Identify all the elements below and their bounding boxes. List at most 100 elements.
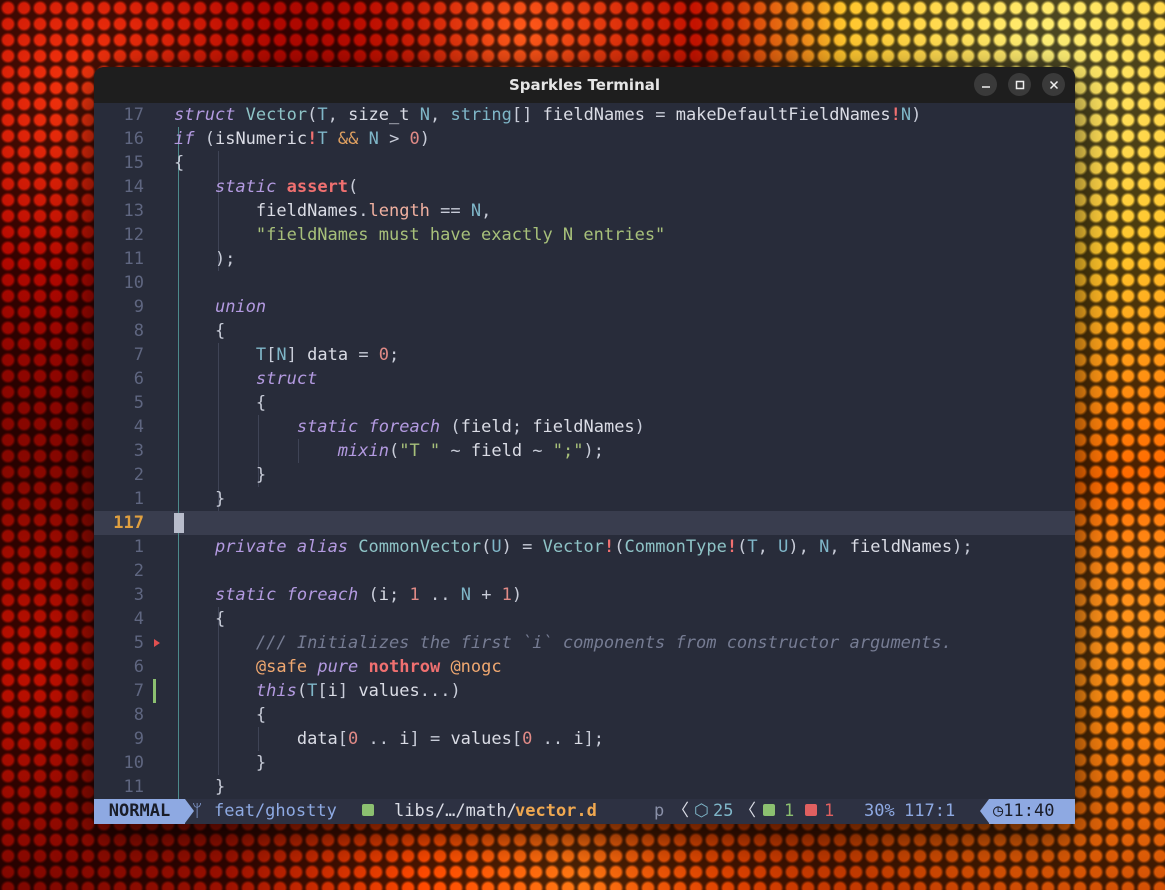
code-line[interactable]: 8 { <box>94 703 1075 727</box>
line-number: 11 <box>123 777 144 797</box>
code-line[interactable]: 3 static foreach (i; 1 .. N + 1) <box>94 583 1075 607</box>
line-number: 10 <box>123 273 144 293</box>
code-token: ~ <box>440 441 471 461</box>
code-token: ( <box>296 681 308 701</box>
code-token: ); <box>583 441 604 461</box>
line-number: 8 <box>133 321 144 341</box>
code-line[interactable]: 6 @safe pure nothrow @nogc <box>94 655 1075 679</box>
indent-guide <box>178 271 179 295</box>
code-line[interactable]: 7 T[N] data = 0; <box>94 343 1075 367</box>
line-number: 16 <box>123 129 144 149</box>
close-button[interactable] <box>1042 73 1065 96</box>
code-text: } <box>174 751 266 775</box>
line-number: 1 <box>133 489 144 509</box>
code-line[interactable]: 5 /// Initializes the first `i` componen… <box>94 631 1075 655</box>
code-token: ; <box>389 585 410 605</box>
code-line[interactable]: 9 data[0 .. i] = values[0 .. i]; <box>94 727 1075 751</box>
code-line[interactable]: 7 this(T[i] values...) <box>94 679 1075 703</box>
separator-chevron-icon: 〈 <box>739 801 756 821</box>
code-token: == <box>429 201 471 221</box>
code-text: } <box>174 775 225 799</box>
code-text: { <box>174 319 225 343</box>
code-line[interactable]: 11 ); <box>94 247 1075 271</box>
code-token: ( <box>737 537 748 557</box>
code-token: [] <box>511 105 543 125</box>
code-token: 1 <box>409 585 420 605</box>
line-number: 7 <box>133 681 144 701</box>
code-line[interactable]: 4 { <box>94 607 1075 631</box>
code-editor[interactable]: 17 struct Vector(T, size_t N, string[] fi… <box>94 103 1075 799</box>
code-token: CommonType <box>624 537 727 557</box>
code-line[interactable]: 3 mixin("T " ~ field ~ ";"); <box>94 439 1075 463</box>
diff-removed-count: 1 <box>824 801 835 821</box>
code-line[interactable]: 4 static foreach (field; fieldNames) <box>94 415 1075 439</box>
code-token: [ <box>337 729 349 749</box>
line-number: 9 <box>133 729 144 749</box>
git-change-sign <box>153 679 156 703</box>
line-number: 7 <box>133 345 144 365</box>
code-line[interactable]: 10 } <box>94 751 1075 775</box>
code-token: fieldNames <box>532 417 635 437</box>
code-line[interactable]: 16 if (isNumeric!T && N > 0) <box>94 127 1075 151</box>
line-number: 5 <box>133 393 144 413</box>
code-token: [ <box>266 345 277 365</box>
code-token: mixin <box>337 441 389 461</box>
code-line[interactable]: 5 { <box>94 391 1075 415</box>
code-text: { <box>174 391 266 415</box>
code-line[interactable]: 2 <box>94 559 1075 583</box>
code-text: mixin("T " ~ field ~ ";"); <box>174 439 604 463</box>
git-branch[interactable]: feat/ghostty <box>214 799 337 824</box>
code-line[interactable]: 8 { <box>94 319 1075 343</box>
code-token: ( <box>307 105 318 125</box>
code-line[interactable]: 14 static assert( <box>94 175 1075 199</box>
code-line[interactable]: 117 <box>94 511 1075 535</box>
code-line[interactable]: 2 } <box>94 463 1075 487</box>
minimize-button[interactable] <box>974 73 997 96</box>
code-text: union <box>174 295 266 319</box>
file-name[interactable]: vector.d <box>515 799 597 824</box>
breakpoint-marker-icon[interactable] <box>154 639 160 647</box>
code-token: Vector <box>542 537 604 557</box>
code-line[interactable]: 6 struct <box>94 367 1075 391</box>
code-token: ~ <box>522 441 553 461</box>
code-token: foreach <box>368 417 441 437</box>
code-token: 0 <box>348 729 359 749</box>
code-line[interactable]: 13 fieldNames.length == N, <box>94 199 1075 223</box>
code-token: [ <box>317 681 328 701</box>
code-token: ( <box>481 537 492 557</box>
code-token: ( <box>614 537 625 557</box>
code-token: ] = <box>409 729 451 749</box>
code-text: data[0 .. i] = values[0 .. i]; <box>174 727 604 751</box>
code-line[interactable]: 9 union <box>94 295 1075 319</box>
code-token: makeDefaultFieldNames <box>675 105 891 125</box>
code-text: fieldNames.length == N, <box>174 199 491 223</box>
code-token: N <box>419 105 430 125</box>
code-token: N <box>470 201 482 221</box>
code-text: static foreach (i; 1 .. N + 1) <box>174 583 522 607</box>
code-token: alias <box>296 537 349 557</box>
code-line[interactable]: 17 struct Vector(T, size_t N, string[] fi… <box>94 103 1075 127</box>
line-number: 10 <box>123 753 144 773</box>
code-line[interactable]: 15 { <box>94 151 1075 175</box>
code-token: static <box>214 177 277 197</box>
diff-removed-icon <box>805 799 817 824</box>
code-token: .. <box>358 729 400 749</box>
code-line[interactable]: 1 private alias CommonVector(U) = Vector… <box>94 535 1075 559</box>
maximize-button[interactable] <box>1008 73 1031 96</box>
code-line[interactable]: 1 } <box>94 487 1075 511</box>
code-token: struct <box>174 105 236 125</box>
code-token: string <box>450 105 512 125</box>
code-line[interactable]: 10 <box>94 271 1075 295</box>
code-line[interactable]: 11 } <box>94 775 1075 799</box>
code-token: "T " <box>399 441 441 461</box>
code-line[interactable]: 12 "fieldNames must have exactly N entri… <box>94 223 1075 247</box>
code-token: T <box>747 537 758 557</box>
